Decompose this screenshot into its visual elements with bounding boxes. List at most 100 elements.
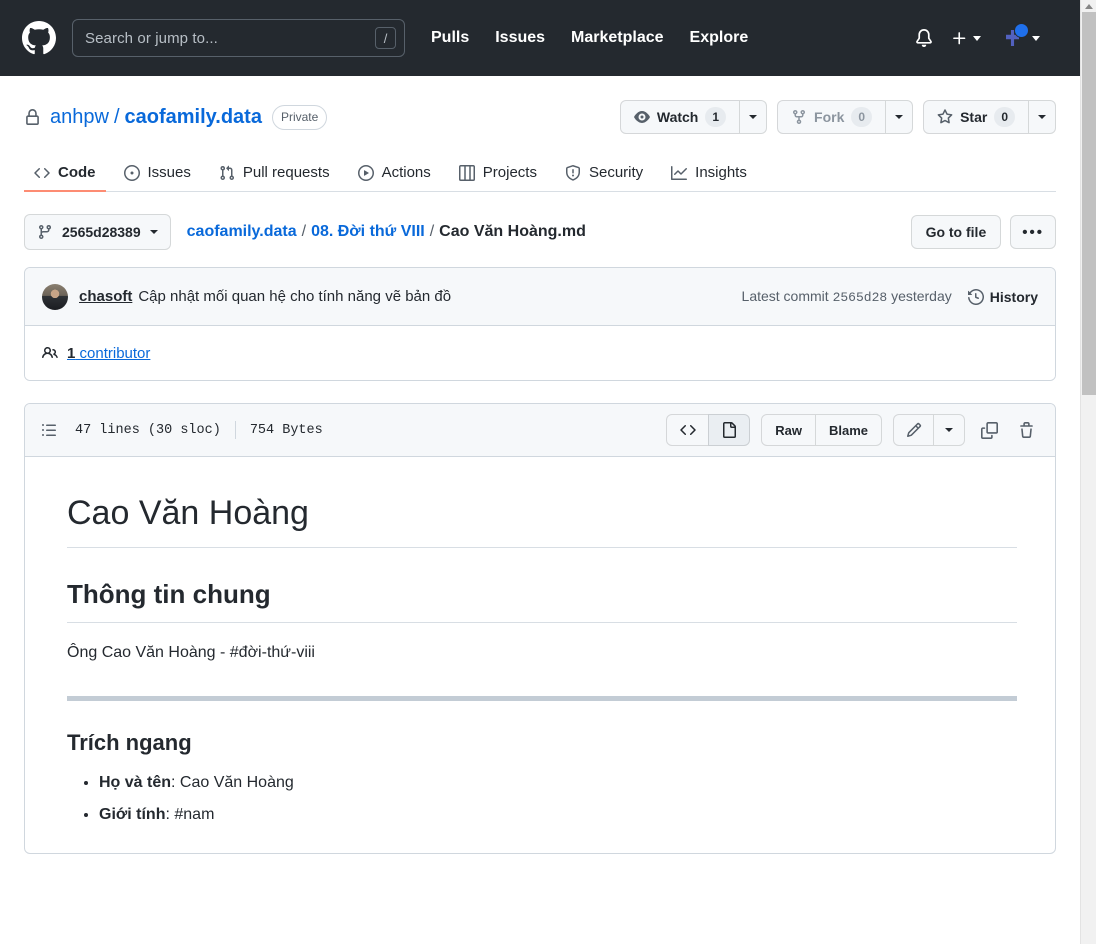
tab-issues[interactable]: Issues (114, 156, 201, 192)
commit-sha[interactable]: 2565d28 (833, 290, 888, 305)
tab-insights[interactable]: Insights (661, 156, 757, 192)
chevron-down-icon (1032, 36, 1040, 41)
scrollbar-thumb[interactable] (1082, 12, 1096, 395)
shield-icon (565, 165, 581, 181)
list-item: Giới tính: #nam (99, 801, 1017, 829)
tab-issues-label: Issues (148, 164, 191, 181)
file-nav-actions: Go to file ••• (911, 215, 1056, 249)
file-toolbar-actions: Raw Blame (666, 414, 1039, 446)
file-content-box: 47 lines (30 sloc) 754 Bytes Raw (24, 403, 1056, 854)
markdown-divider (67, 696, 1017, 701)
tab-pull-requests[interactable]: Pull requests (209, 156, 340, 192)
more-options-button[interactable]: ••• (1010, 215, 1056, 249)
fork-button[interactable]: Fork 0 (777, 100, 885, 134)
fork-button-group: Fork 0 (777, 100, 913, 134)
header-right-actions (915, 24, 1062, 52)
lock-icon (24, 109, 41, 126)
preview-view-button[interactable] (708, 414, 750, 446)
fork-label: Fork (814, 109, 844, 125)
search-input[interactable]: Search or jump to... / (72, 19, 405, 57)
contributors-link[interactable]: 1 contributor (67, 345, 150, 362)
global-header: Search or jump to... / Pulls Issues Mark… (0, 0, 1080, 76)
star-icon (937, 109, 953, 125)
branch-name: 2565d28389 (62, 224, 141, 240)
list-item: Họ và tên: Cao Văn Hoàng (99, 769, 1017, 797)
plus-icon[interactable] (951, 30, 968, 47)
history-link[interactable]: History (968, 289, 1038, 305)
star-button-group: Star 0 (923, 100, 1056, 134)
main-content: 2565d28389 caofamily.data / 08. Đời thứ … (0, 214, 1080, 854)
commit-message-link[interactable]: Cập nhật mối quan hệ cho tính năng vẽ bả… (138, 288, 451, 305)
edit-button-group (893, 414, 965, 446)
git-pull-request-icon (219, 165, 235, 181)
edit-file-button[interactable] (893, 414, 933, 446)
tab-projects[interactable]: Projects (449, 156, 547, 192)
go-to-file-button[interactable]: Go to file (911, 215, 1002, 249)
repo-owner-link[interactable]: anhpw (50, 106, 109, 129)
watch-dropdown-button[interactable] (739, 100, 767, 134)
list-unordered-icon[interactable] (41, 422, 57, 438)
raw-button[interactable]: Raw (761, 414, 815, 446)
commit-author-link[interactable]: chasoft (79, 288, 132, 305)
watch-button[interactable]: Watch 1 (620, 100, 739, 134)
list-item-value: #nam (174, 806, 214, 823)
visibility-badge: Private (272, 105, 327, 130)
user-menu[interactable] (999, 24, 1040, 52)
fork-dropdown-button[interactable] (885, 100, 913, 134)
markdown-paragraph: Ông Cao Văn Hoàng - #đời-thứ-viii (67, 641, 1017, 666)
tab-security[interactable]: Security (555, 156, 653, 192)
copy-raw-contents-button[interactable] (976, 414, 1002, 446)
delete-file-button[interactable] (1013, 414, 1039, 446)
breadcrumb: caofamily.data / 08. Đời thứ VIII / Cao … (187, 223, 586, 241)
commit-author-avatar[interactable] (42, 284, 68, 310)
page-viewport: Search or jump to... / Pulls Issues Mark… (0, 0, 1080, 944)
latest-commit-label: Latest commit (742, 288, 829, 304)
search-placeholder: Search or jump to... (85, 30, 375, 47)
create-new-menu[interactable] (951, 30, 981, 47)
nav-item-explore[interactable]: Explore (690, 29, 749, 47)
view-mode-toggle (666, 414, 750, 446)
markdown-title: Cao Văn Hoàng (67, 491, 1017, 548)
nav-item-issues[interactable]: Issues (495, 29, 545, 47)
tab-pull-requests-label: Pull requests (243, 164, 330, 181)
repo-name-link[interactable]: caofamily.data (125, 106, 262, 129)
edit-dropdown-button[interactable] (933, 414, 965, 446)
branch-selector-button[interactable]: 2565d28389 (24, 214, 171, 250)
repository-title-row: anhpw / caofamily.data Private Watch 1 (24, 98, 1056, 136)
notification-dot (1014, 23, 1029, 38)
latest-commit-box: chasoft Cập nhật mối quan hệ cho tính nă… (24, 267, 1056, 381)
tab-actions[interactable]: Actions (348, 156, 441, 192)
breadcrumb-folder-link[interactable]: 08. Đời thứ VIII (311, 223, 425, 241)
breadcrumb-current-file: Cao Văn Hoàng.md (439, 223, 586, 241)
tab-actions-label: Actions (382, 164, 431, 181)
file-toolbar: 47 lines (30 sloc) 754 Bytes Raw (25, 404, 1055, 457)
bell-icon[interactable] (915, 29, 933, 47)
star-dropdown-button[interactable] (1028, 100, 1056, 134)
code-view-button[interactable] (666, 414, 708, 446)
avatar[interactable] (999, 24, 1027, 52)
nav-item-pulls[interactable]: Pulls (431, 29, 469, 47)
chevron-down-icon (749, 115, 757, 119)
watch-label: Watch (657, 109, 698, 125)
star-button[interactable]: Star 0 (923, 100, 1028, 134)
scroll-up-arrow-icon[interactable] (1085, 4, 1093, 9)
blame-button[interactable]: Blame (815, 414, 882, 446)
file-size: 754 Bytes (250, 423, 323, 438)
play-icon (358, 165, 374, 181)
breadcrumb-root-link[interactable]: caofamily.data (187, 223, 297, 241)
markdown-subsection-heading: Trích ngang (67, 729, 1017, 758)
repo-forked-icon (791, 109, 807, 125)
contributors-label: contributor (80, 345, 151, 362)
vertical-scrollbar[interactable] (1080, 0, 1096, 944)
eye-icon (634, 109, 650, 125)
github-mark-icon[interactable] (22, 21, 56, 55)
file-icon (721, 422, 737, 438)
markdown-body: Cao Văn Hoàng Thông tin chung Ông Cao Vă… (25, 457, 1055, 853)
tab-code[interactable]: Code (24, 156, 106, 192)
nav-item-marketplace[interactable]: Marketplace (571, 29, 664, 47)
fork-count: 0 (851, 107, 872, 127)
chevron-down-icon (895, 115, 903, 119)
file-line-count: 47 lines (30 sloc) (75, 423, 221, 438)
list-item-value: Cao Văn Hoàng (180, 774, 294, 791)
chevron-down-icon (150, 230, 158, 234)
